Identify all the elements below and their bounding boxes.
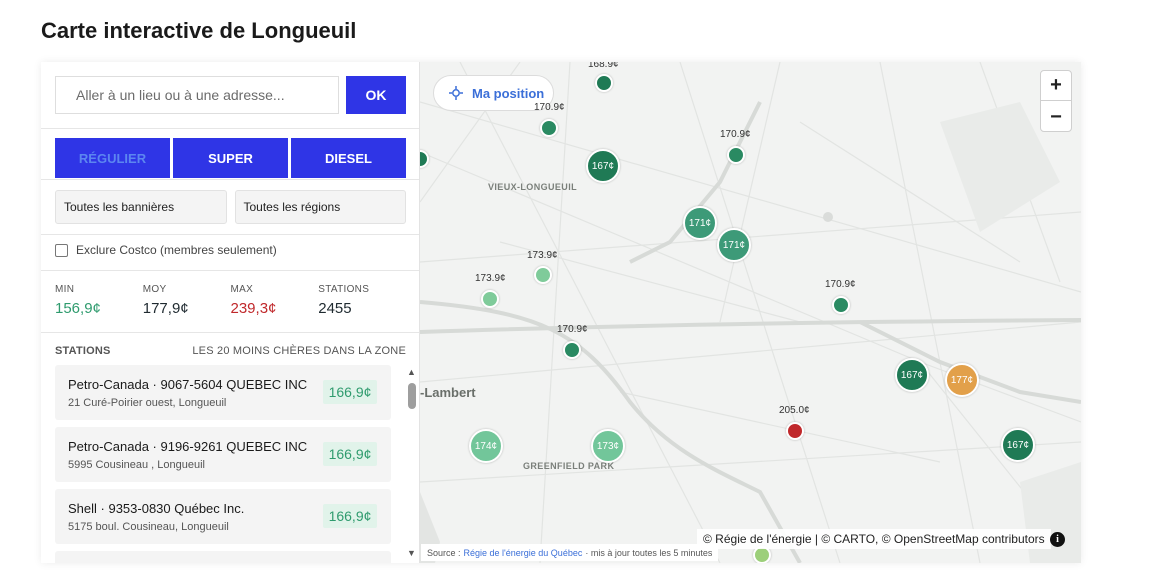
- station-marker[interactable]: 174¢: [469, 429, 503, 463]
- station-marker[interactable]: 177¢: [945, 363, 979, 397]
- station-marker[interactable]: 167¢: [586, 149, 620, 183]
- scroll-thumb[interactable]: [408, 383, 416, 409]
- divider: [41, 128, 419, 129]
- divider: [41, 234, 419, 235]
- region-select[interactable]: Toutes les régions: [234, 190, 406, 224]
- station-marker[interactable]: [563, 341, 581, 359]
- stat-max: MAX 239,3¢: [231, 284, 319, 317]
- page-title: Carte interactive de Longueuil: [41, 18, 357, 43]
- map-attribution: © Régie de l'énergie | © CARTO, © OpenSt…: [697, 529, 1051, 549]
- source-suffix: · mis à jour toutes les 5 minutes: [585, 547, 713, 558]
- divider: [41, 332, 419, 333]
- price-stats: MIN 156,9¢ MOY 177,9¢ MAX 239,3¢ STATION…: [55, 284, 406, 317]
- marker-price-tag: 170.9¢: [720, 129, 751, 140]
- station-marker[interactable]: [832, 296, 850, 314]
- marker-price-tag: 173.9¢: [475, 273, 506, 284]
- stat-max-label: MAX: [230, 284, 254, 295]
- zoom-out-button[interactable]: −: [1041, 102, 1071, 132]
- stat-avg-label: MOY: [142, 284, 167, 295]
- station-marker[interactable]: [481, 290, 499, 308]
- stations-header: STATIONS LES 20 MOINS CHÈRES DANS LA ZON…: [55, 345, 406, 357]
- marker-price-tag: 173.9¢: [527, 250, 558, 261]
- map-label-vieux-longueuil: VIEUX-LONGUEUIL: [488, 182, 578, 192]
- stat-min: MIN 156,9¢: [55, 284, 143, 317]
- crosshair-icon: [448, 85, 464, 101]
- map-app: OK RÉGULIER SUPER DIESEL Toutes les bann…: [41, 62, 1081, 563]
- list-scrollbar[interactable]: ▲ ▼: [407, 365, 417, 561]
- list-item[interactable]: Shell · 9353-0830 Québec Inc. 5175 boul.…: [55, 489, 391, 544]
- list-item[interactable]: Petro-Canada · 9196-9261 QUEBEC INC 5995…: [55, 427, 391, 482]
- source-bar: Source : Régie de l'énergie du Québec · …: [421, 544, 719, 561]
- list-item[interactable]: Petro-Canada · 9067-5604 QUEBEC INC 21 C…: [55, 365, 391, 420]
- scroll-up-icon[interactable]: ▲: [407, 367, 416, 377]
- tab-super[interactable]: SUPER: [173, 138, 288, 178]
- scroll-down-icon[interactable]: ▼: [407, 548, 416, 558]
- station-marker[interactable]: 171¢: [683, 206, 717, 240]
- station-address: 5175 boul. Cousineau, Longueuil: [68, 521, 229, 533]
- banner-select[interactable]: Toutes les bannières: [55, 190, 227, 224]
- ok-button[interactable]: OK: [346, 76, 406, 114]
- marker-price-tag: 170.9¢: [825, 279, 856, 290]
- station-marker[interactable]: [534, 266, 552, 284]
- stations-title: STATIONS: [55, 345, 111, 357]
- costco-filter[interactable]: Exclure Costco (membres seulement): [55, 243, 277, 257]
- stat-stations-value: 2455: [318, 300, 352, 317]
- station-name: Petro-Canada · 9196-9261 QUEBEC INC: [68, 439, 308, 454]
- search-row: OK: [55, 76, 406, 114]
- marker-price-tag: 168.9¢: [588, 62, 619, 70]
- marker-price-tag: 170.9¢: [534, 102, 565, 113]
- search-input[interactable]: [55, 76, 339, 114]
- stat-avg: MOY 177,9¢: [143, 284, 231, 317]
- station-marker[interactable]: [727, 146, 745, 164]
- station-marker[interactable]: [595, 74, 613, 92]
- info-icon[interactable]: i: [1050, 532, 1065, 547]
- station-name: Petro-Canada · 9067-5604 QUEBEC INC: [68, 377, 308, 392]
- zoom-in-button[interactable]: +: [1041, 71, 1071, 101]
- fuel-tabs: RÉGULIER SUPER DIESEL: [55, 138, 406, 178]
- source-link[interactable]: Régie de l'énergie du Québec: [464, 548, 583, 558]
- tab-regulier[interactable]: RÉGULIER: [55, 138, 170, 178]
- stat-avg-value: 177,9¢: [142, 300, 189, 317]
- sidebar: OK RÉGULIER SUPER DIESEL Toutes les bann…: [41, 62, 420, 563]
- stations-subtitle: LES 20 MOINS CHÈRES DANS LA ZONE: [192, 345, 406, 357]
- stat-stations: STATIONS 2455: [318, 284, 406, 317]
- source-prefix: Source :: [427, 547, 461, 558]
- divider: [41, 179, 419, 180]
- stat-min-value: 156,9¢: [55, 300, 101, 317]
- marker-price-tag: 170.9¢: [557, 324, 588, 335]
- price-badge: 166,9¢: [323, 380, 377, 404]
- costco-label: Exclure Costco (membres seulement): [76, 243, 277, 257]
- station-address: 21 Curé-Poirier ouest, Longueuil: [68, 397, 227, 409]
- stat-min-label: MIN: [55, 284, 75, 295]
- map-view[interactable]: Ma position + − VIEUX-LONGUEUIL -Lambert…: [420, 62, 1081, 563]
- station-marker[interactable]: 173¢: [591, 429, 625, 463]
- station-name: Shell · 9353-0830 Québec Inc.: [68, 501, 245, 516]
- station-address: 5995 Cousineau , Longueuil: [68, 459, 206, 471]
- station-marker[interactable]: 167¢: [895, 358, 929, 392]
- map-label-greenfield-park: GREENFIELD PARK: [523, 461, 615, 471]
- stat-max-value: 239,3¢: [230, 300, 277, 317]
- station-marker[interactable]: [786, 422, 804, 440]
- my-position-label: Ma position: [472, 85, 545, 101]
- zoom-controls: + −: [1040, 70, 1072, 132]
- map-label-lambert: -Lambert: [420, 385, 476, 400]
- costco-checkbox[interactable]: [55, 243, 68, 257]
- station-marker[interactable]: 171¢: [717, 228, 751, 262]
- divider: [41, 270, 419, 271]
- price-badge: 166,9¢: [323, 442, 377, 466]
- price-badge: 166,9¢: [323, 504, 377, 528]
- stat-stations-label: STATIONS: [318, 284, 370, 295]
- station-marker[interactable]: 167¢: [1001, 428, 1035, 462]
- filters: Toutes les bannières Toutes les régions: [55, 190, 406, 224]
- list-item[interactable]: [55, 551, 391, 563]
- tab-diesel[interactable]: DIESEL: [291, 138, 406, 178]
- marker-price-tag: 205.0¢: [779, 405, 810, 416]
- station-marker[interactable]: [540, 119, 558, 137]
